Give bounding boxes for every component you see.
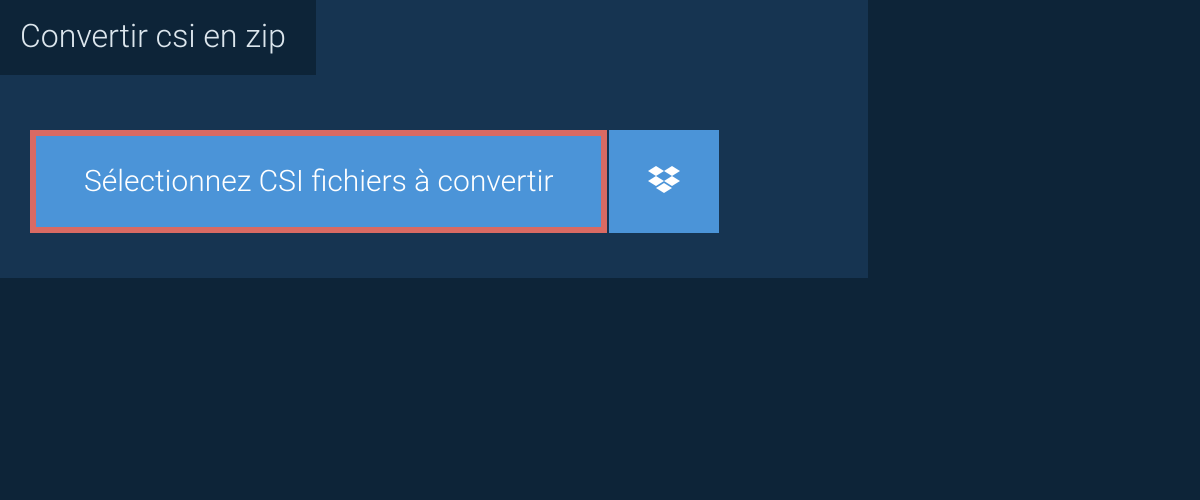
page-title: Convertir csi en zip (0, 0, 316, 75)
action-row: Sélectionnez CSI fichiers à convertir (30, 130, 719, 233)
select-files-button[interactable]: Sélectionnez CSI fichiers à convertir (30, 130, 607, 233)
title-text: Convertir csi en zip (20, 17, 286, 55)
select-files-label: Sélectionnez CSI fichiers à convertir (84, 164, 553, 199)
dropbox-icon (644, 162, 684, 202)
converter-panel: Convertir csi en zip Sélectionnez CSI fi… (0, 0, 868, 278)
dropbox-button[interactable] (609, 130, 719, 233)
